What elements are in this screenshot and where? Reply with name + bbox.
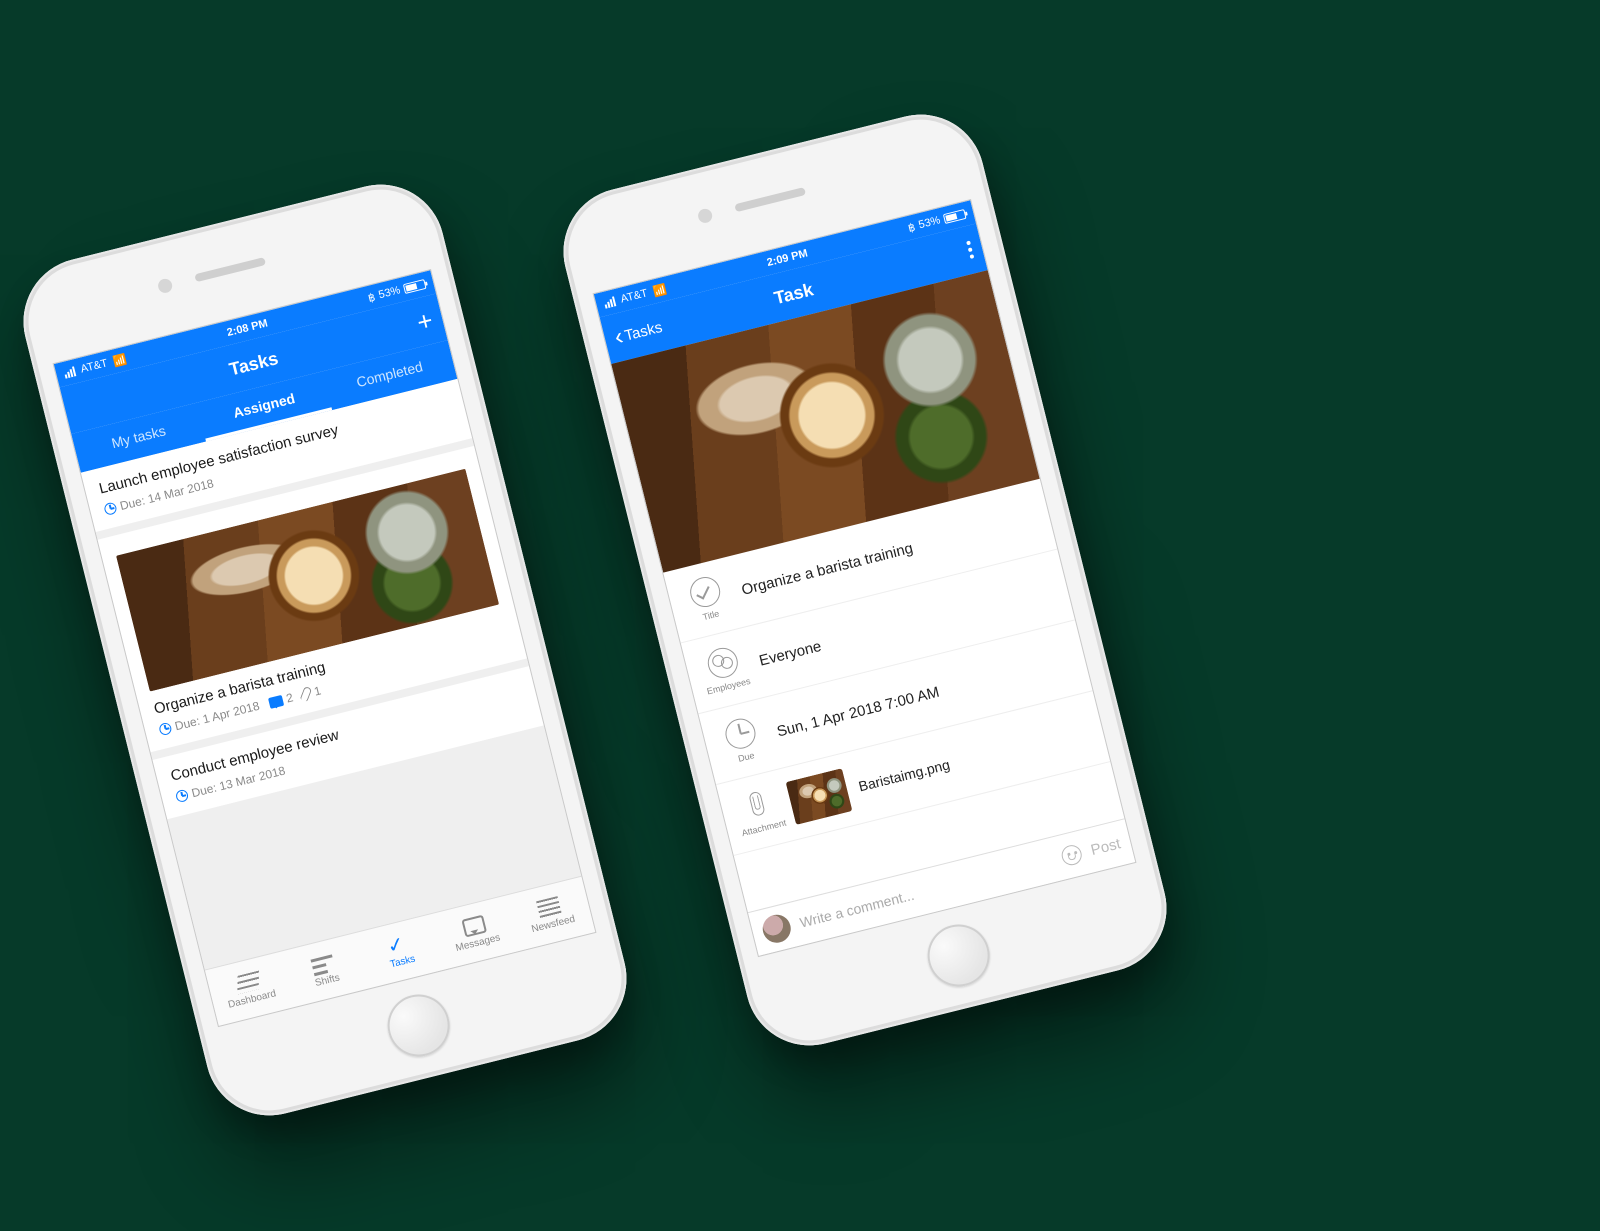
task-list[interactable]: Launch employee satisfaction survey Due:… <box>81 379 581 970</box>
attachment-thumbnail[interactable] <box>786 768 853 825</box>
attachment-icon <box>300 686 312 702</box>
clock-icon <box>722 716 758 752</box>
signal-icon <box>63 366 76 378</box>
home-button[interactable] <box>921 918 996 993</box>
nav-title: Task <box>772 279 816 309</box>
people-icon <box>705 645 741 681</box>
screen-detail: AT&T 📶 2:09 PM ฿ 53% ‹ Tasks Task <box>593 199 1137 957</box>
battery-icon <box>943 209 967 224</box>
phone-task-detail: AT&T 📶 2:09 PM ฿ 53% ‹ Tasks Task <box>550 101 1180 1059</box>
tasks-icon: ✓ <box>386 933 412 956</box>
comment-count: 2 <box>285 690 295 705</box>
field-label: Attachment <box>741 817 788 838</box>
check-icon <box>687 574 723 610</box>
attachment-filename: Baristaimg.png <box>857 756 951 794</box>
tab-label: Shifts <box>314 972 341 989</box>
dashboard-icon <box>237 970 259 994</box>
tab-label: Dashboard <box>227 988 277 1011</box>
wifi-icon: 📶 <box>652 282 668 298</box>
plus-icon: + <box>414 307 435 336</box>
bluetooth-icon: ฿ <box>367 290 377 304</box>
field-value: Everyone <box>757 637 823 669</box>
more-button[interactable] <box>953 224 988 276</box>
clock-icon <box>175 789 190 804</box>
screen-tasks: AT&T 📶 2:08 PM ฿ 53% Tasks + My tasks As… <box>53 269 597 1027</box>
paperclip-icon <box>740 786 776 822</box>
post-button[interactable]: Post <box>1089 835 1122 859</box>
carrier-label: AT&T <box>79 357 108 375</box>
field-label: Employees <box>706 676 752 696</box>
phone-tasks-list: AT&T 📶 2:08 PM ฿ 53% Tasks + My tasks As… <box>10 171 640 1129</box>
battery-pct: 53% <box>917 214 941 231</box>
avatar <box>760 912 794 946</box>
field-value: Sun, 1 Apr 2018 7:00 AM <box>775 683 941 740</box>
field-label: Title <box>702 608 721 622</box>
tab-label: Newsfeed <box>530 913 576 934</box>
add-task-button[interactable]: + <box>402 294 448 349</box>
signal-icon <box>603 296 616 308</box>
carrier-label: AT&T <box>619 287 648 305</box>
bluetooth-icon: ฿ <box>907 220 917 234</box>
emoji-icon[interactable] <box>1060 843 1084 867</box>
clock-icon <box>103 501 118 516</box>
wifi-icon: 📶 <box>112 352 128 368</box>
battery-icon <box>403 279 427 294</box>
shifts-icon <box>310 952 336 975</box>
nav-title: Tasks <box>227 348 280 380</box>
clock-icon <box>158 722 173 737</box>
more-icon <box>966 241 974 259</box>
home-button[interactable] <box>381 988 456 1063</box>
field-label: Due <box>737 750 755 764</box>
back-label: Tasks <box>623 318 664 344</box>
comment-icon <box>268 694 284 708</box>
battery-pct: 53% <box>377 284 401 301</box>
messages-icon <box>461 914 487 937</box>
newsfeed-icon <box>536 896 562 919</box>
field-value: Organize a barista training <box>740 539 915 598</box>
attachment-count: 1 <box>313 683 323 698</box>
